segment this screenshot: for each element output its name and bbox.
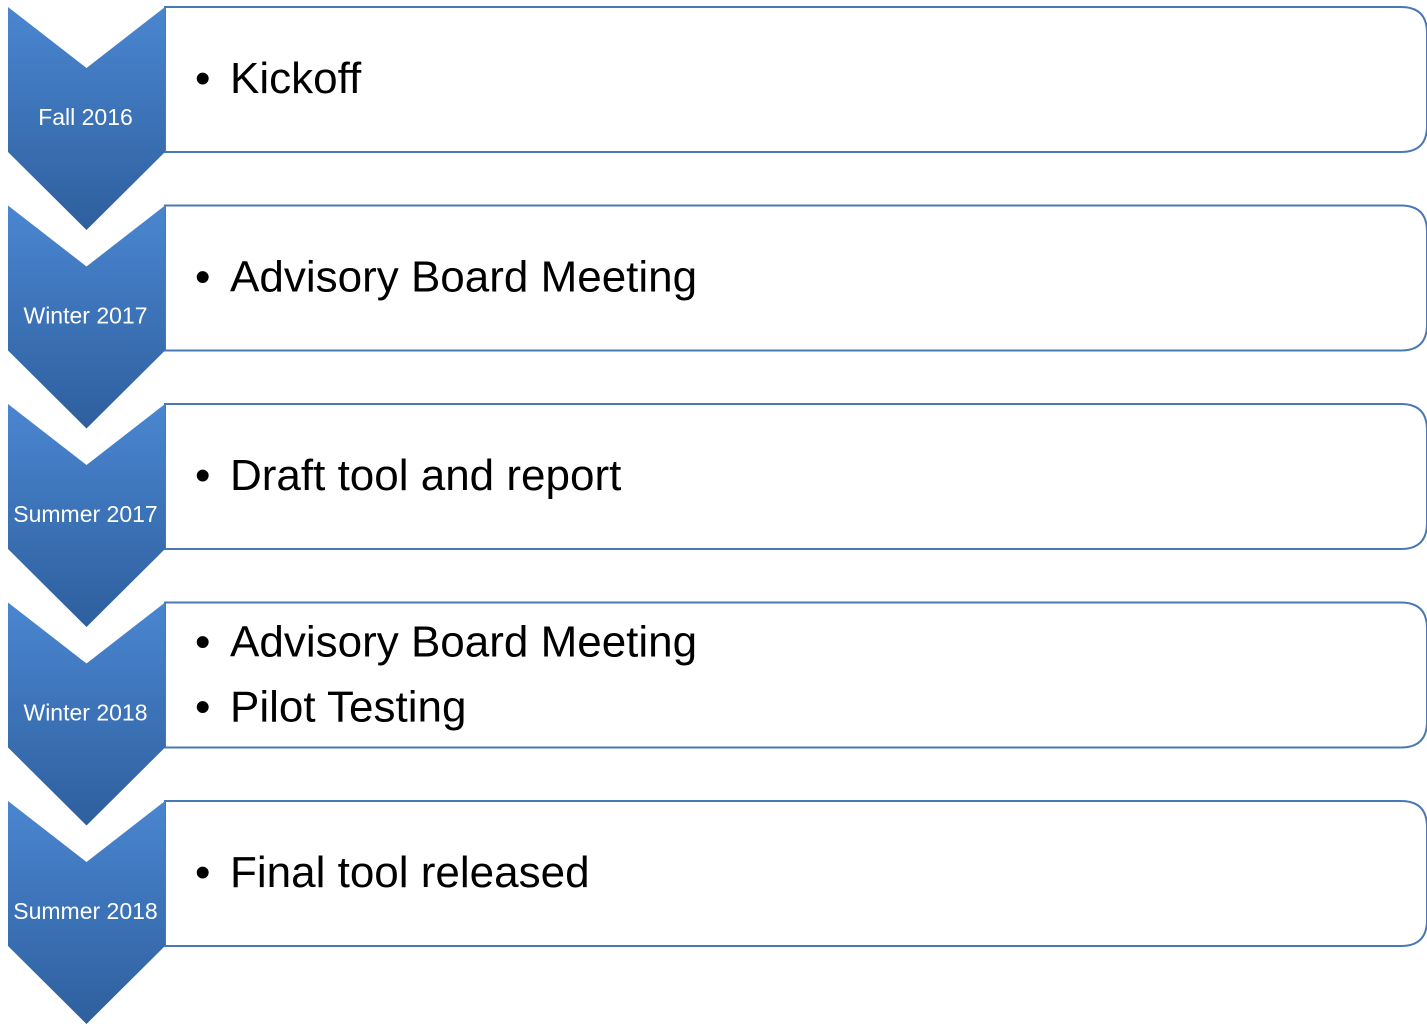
bullet-icon: • xyxy=(195,451,210,500)
step-2: Winter 2017 • Advisory Board Meeting xyxy=(8,204,1427,429)
step-date-label: Summer 2017 xyxy=(13,501,157,527)
step-item-text: Draft tool and report xyxy=(230,451,621,500)
bullet-icon: • xyxy=(195,683,210,732)
bullet-icon: • xyxy=(195,253,210,302)
step-item-text: Advisory Board Meeting xyxy=(230,618,697,667)
step-date-label: Winter 2018 xyxy=(23,700,147,726)
step-item-text: Kickoff xyxy=(230,54,362,103)
step-date-label: Summer 2018 xyxy=(13,898,157,924)
step-4: Winter 2018 • Advisory Board Meeting • Pilot… xyxy=(8,601,1427,826)
process-timeline-diagram: Fall 2016 • Kickoff Winter 2017 • Advisory Bo… xyxy=(8,6,1427,1024)
bullet-icon: • xyxy=(195,618,210,667)
step-1: Fall 2016 • Kickoff xyxy=(8,6,1427,230)
step-date-label: Fall 2016 xyxy=(38,104,133,130)
step-3: Summer 2017 • Draft tool and report xyxy=(8,403,1427,627)
step-item-text: Advisory Board Meeting xyxy=(230,253,697,302)
step-5: Summer 2018 • Final tool released xyxy=(8,800,1427,1024)
bullet-icon: • xyxy=(195,54,210,103)
step-item-text: Final tool released xyxy=(230,848,590,897)
step-date-label: Winter 2017 xyxy=(23,303,147,329)
step-item-text: Pilot Testing xyxy=(230,683,466,732)
bullet-icon: • xyxy=(195,848,210,897)
